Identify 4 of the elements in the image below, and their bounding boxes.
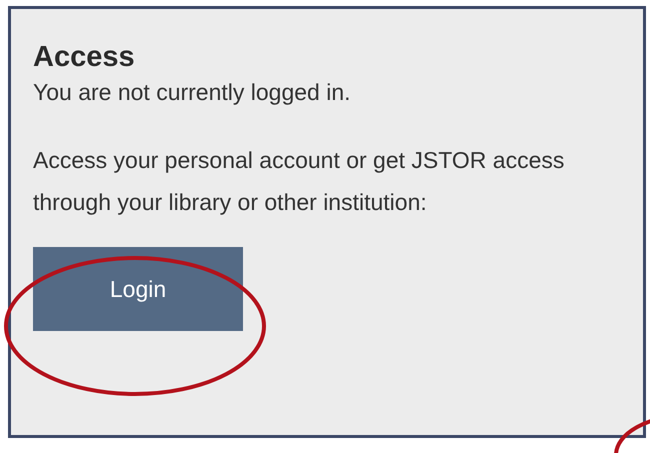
instructions-text: Access your personal account or get JSTOR access through your library or other institution: — [33, 146, 566, 217]
panel-title: Access — [33, 40, 136, 75]
login-status-text: You are not currently logged in. — [33, 78, 352, 107]
login-button[interactable]: Login — [33, 247, 243, 331]
